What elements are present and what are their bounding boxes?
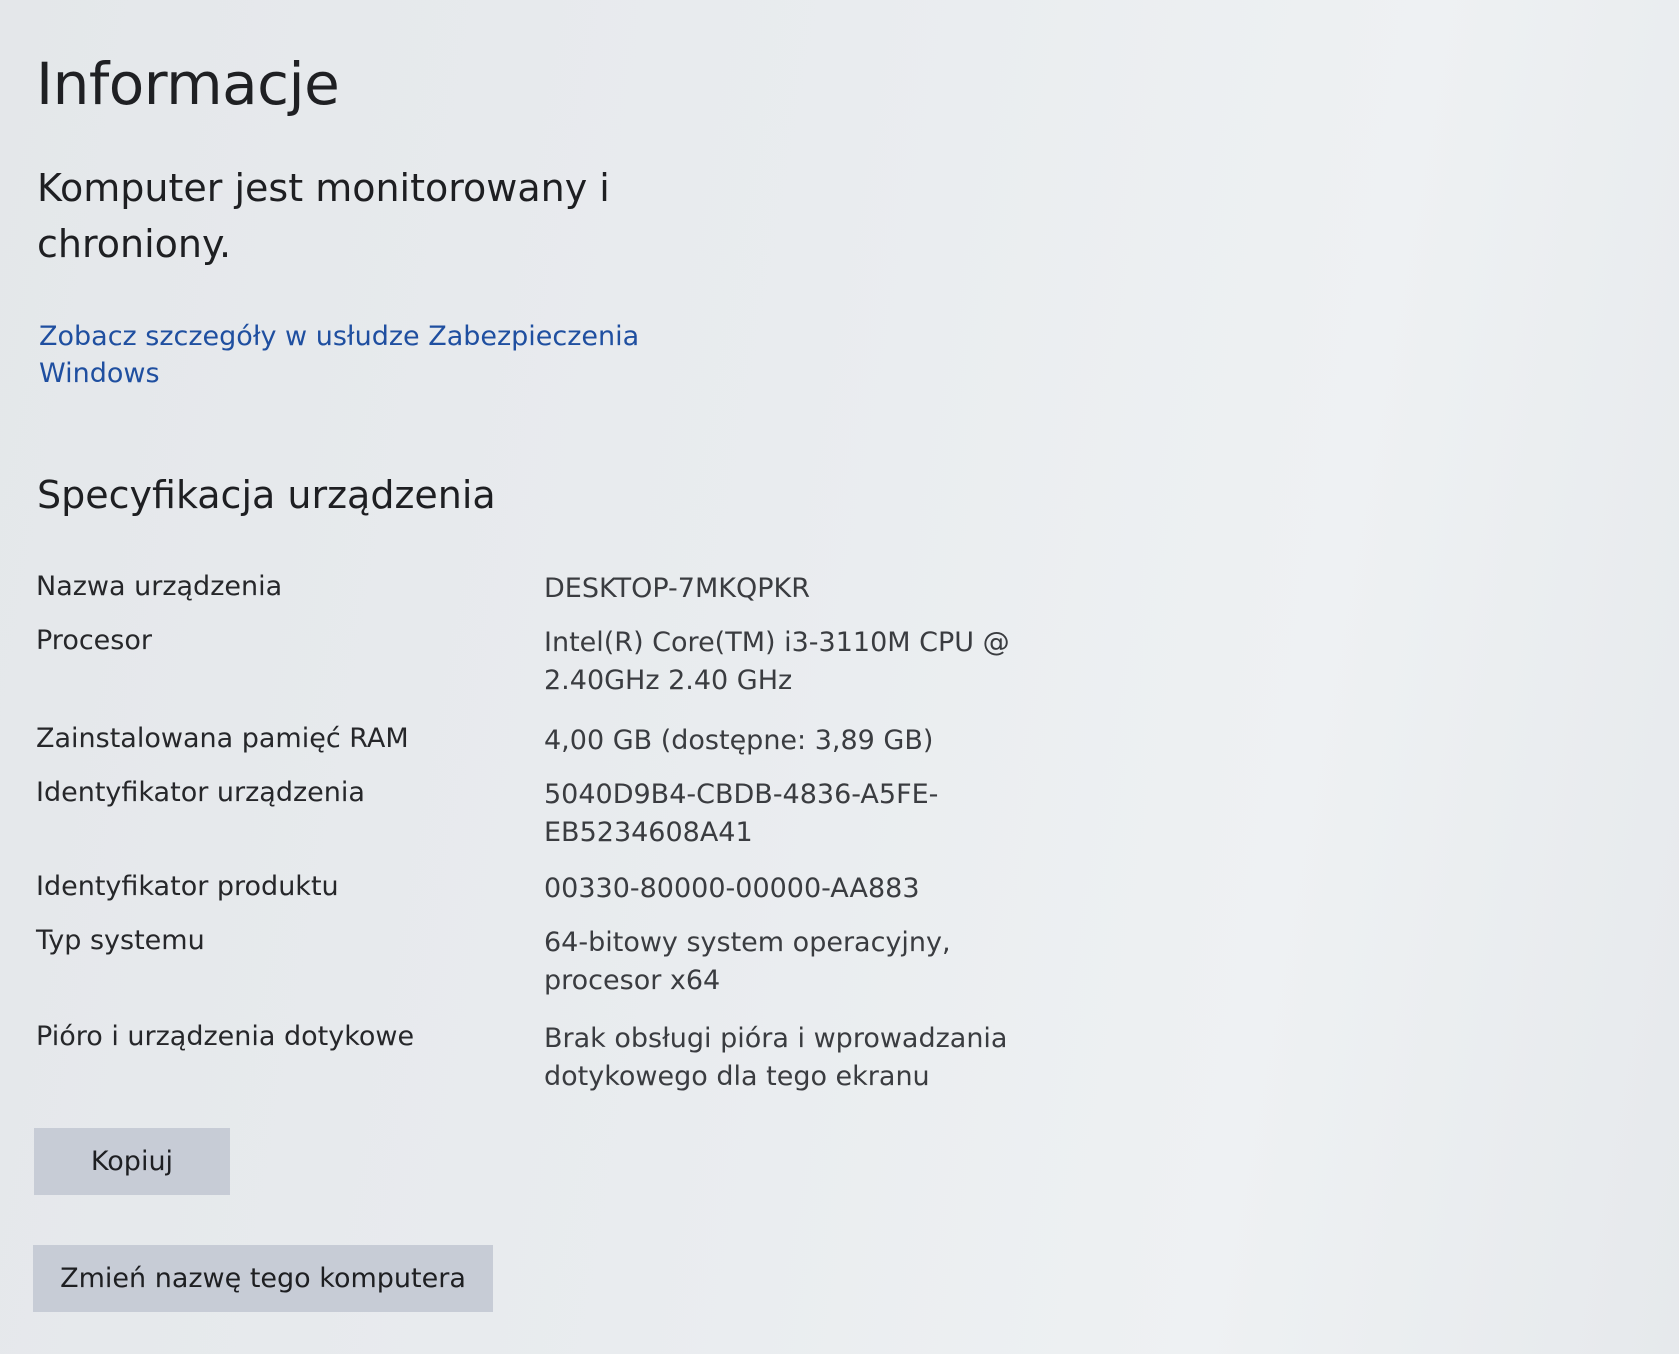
device-name-value: DESKTOP-7MKQPKR xyxy=(544,573,810,604)
page-title: Informacje xyxy=(36,50,340,118)
pen-touch-value: Brak obsługi pióra i wprowadzania dotyko… xyxy=(544,1023,1008,1092)
product-id-value: 00330-80000-00000-AA883 xyxy=(544,873,920,904)
about-page: Informacje Komputer jest monitorowany i … xyxy=(0,0,1679,1354)
processor-value: Intel(R) Core(TM) i3-3110M CPU @ 2.40GHz… xyxy=(544,627,1010,696)
device-specs-heading: Specyfikacja urządzenia xyxy=(37,473,496,517)
windows-security-link[interactable]: Zobacz szczegóły w usłudze Zabezpieczeni… xyxy=(39,318,679,392)
copy-button[interactable]: Kopiuj xyxy=(34,1128,230,1195)
spec-label: Identyfikator produktu xyxy=(36,871,339,902)
ram-value: 4,00 GB (dostępne: 3,89 GB) xyxy=(544,725,934,756)
device-id-value: 5040D9B4-CBDB-4836-A5FE-EB5234608A41 xyxy=(544,779,939,848)
spec-label: Nazwa urządzenia xyxy=(36,571,283,602)
spec-label: Typ systemu xyxy=(36,925,205,956)
protection-status: Komputer jest monitorowany i chroniony. xyxy=(37,166,610,266)
spec-label: Zainstalowana pamięć RAM xyxy=(36,723,409,754)
spec-label: Procesor xyxy=(36,625,152,656)
system-type-value: 64-bitowy system operacyjny, procesor x6… xyxy=(544,927,951,996)
rename-pc-button[interactable]: Zmień nazwę tego komputera xyxy=(33,1245,493,1312)
spec-label: Pióro i urządzenia dotykowe xyxy=(36,1021,415,1052)
spec-label: Identyfikator urządzenia xyxy=(36,777,365,808)
